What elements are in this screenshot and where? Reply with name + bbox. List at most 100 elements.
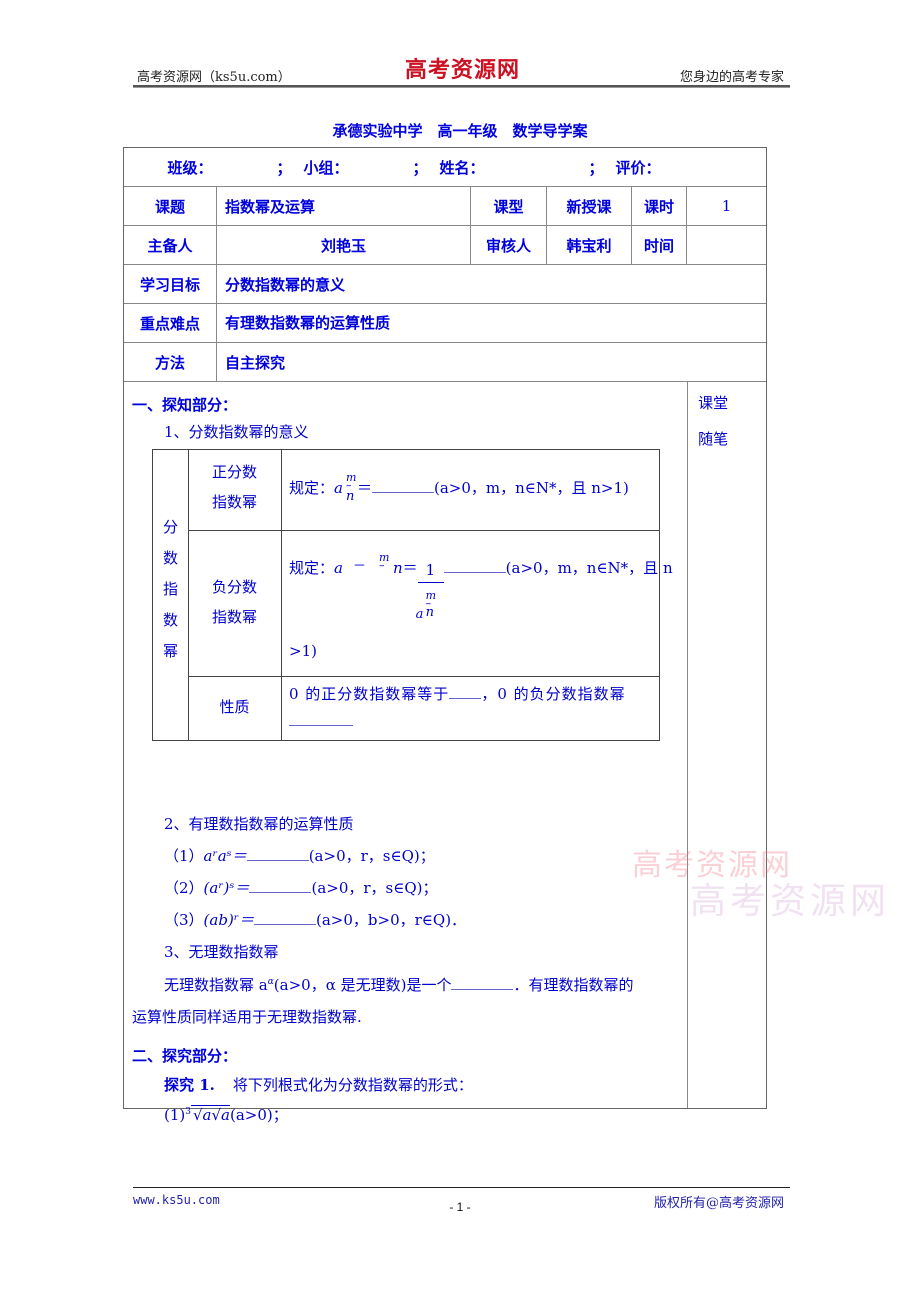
rule-2: （2）(aʳ)ˢ＝ (a>0，r，s∈Q)；	[164, 877, 438, 898]
rule-expression: (aʳ)ˢ＝	[203, 879, 250, 897]
answer-blank[interactable]	[249, 891, 312, 893]
group-char: 数	[162, 549, 178, 567]
lesson-type-label: 课型	[471, 187, 547, 225]
separator: ；	[276, 158, 292, 177]
section1-heading: 一、探知部分：	[132, 396, 238, 414]
exponent-denominator: n	[392, 559, 403, 577]
rule-condition: (a>0，m，n∈N*，且 n>1)	[433, 479, 629, 497]
header-divider	[133, 85, 790, 88]
exponent-denominator: n	[345, 489, 355, 504]
author-value: 刘艳玉	[217, 226, 471, 264]
answer-blank[interactable]	[254, 923, 317, 925]
evaluation-label: 评价：	[615, 158, 661, 177]
positive-exponent-rule: 规定：a m – n ＝ (a>0，m，n∈N*，且 n>1)	[289, 471, 629, 504]
author-row: 主备人 刘艳玉 审核人 韩宝利 时间	[124, 226, 766, 265]
footer-divider	[133, 1187, 790, 1188]
fraction-numerator: 1	[425, 561, 436, 579]
group-char: 幂	[162, 642, 178, 660]
item-condition: (a>0)；	[230, 1106, 288, 1124]
hours-label: 课时	[632, 187, 687, 225]
label-line: 正分数	[211, 463, 257, 481]
footer-copyright: 版权所有@高考资源网	[653, 1196, 784, 1211]
answer-blank[interactable]	[451, 988, 514, 990]
rule-condition-tail: >1)	[289, 642, 317, 660]
reviewer-value: 韩宝利	[547, 226, 632, 264]
rule-1: （1）aʳaˢ＝ (a>0，r，s∈Q)；	[164, 845, 435, 866]
irr-text-a: 无理数指数幂 a	[164, 976, 268, 994]
answer-blank[interactable]	[289, 724, 353, 726]
key-points-label: 重点难点	[124, 304, 217, 342]
group-char: 数	[162, 611, 178, 629]
irr-text-b: (a>0，α 是无理数)是一个	[273, 976, 452, 994]
notes-label-line2: 随笔	[698, 430, 729, 448]
irrational-exponent-text-cont: 运算性质同样适用于无理数指数幂.	[132, 1008, 362, 1026]
radical: √a√a	[190, 1105, 230, 1124]
row-divider	[188, 676, 659, 677]
watermark-bottom: 高考资源网	[690, 881, 891, 922]
fraction-denominator: a	[415, 607, 424, 622]
rule-expression: (ab)ʳ＝	[203, 911, 255, 929]
explore-label: 探究 1.	[164, 1076, 215, 1094]
rule-condition: (a>0，b>0，r∈Q)．	[316, 911, 467, 929]
method-value: 自主探究	[225, 353, 286, 372]
notes-label-line1: 课堂	[698, 394, 729, 412]
class-label: 班级：	[167, 158, 213, 177]
irr-text-c: ．有理数指数幂的	[513, 976, 634, 994]
explore-instruction: 将下列根式化为分数指数幂的形式：	[232, 1076, 473, 1094]
rule-3: （3）(ab)ʳ＝ (a>0，b>0，r∈Q)．	[164, 909, 466, 930]
answer-blank[interactable]	[443, 571, 506, 573]
method-label: 方法	[124, 343, 217, 381]
group-char: 指	[162, 580, 178, 598]
equals: ＝	[402, 559, 418, 577]
property-text: 0 的正分数指数幂等于 ，0 的负分数指数幂	[289, 683, 626, 704]
method-row: 方法 自主探究	[124, 343, 766, 382]
student-info-row: 班级： ； 小组： ； 姓名： ； 评价：	[124, 148, 766, 187]
rule-condition: (a>0，r，s∈Q)；	[311, 879, 438, 897]
group-label-vertical: 分 数 指 数 幂	[153, 512, 188, 667]
property-blank-line	[289, 712, 353, 730]
group-label: 小组：	[303, 158, 349, 177]
irrational-exponent-text: 无理数指数幂 aα(a>0，α 是无理数)是一个 ．有理数指数幂的	[164, 974, 633, 995]
name-label: 姓名：	[439, 158, 485, 177]
rule-expression: aʳaˢ＝	[203, 847, 247, 865]
key-points-value: 有理数指数幂的运算性质	[225, 314, 391, 332]
rule-number: （1）	[164, 847, 204, 865]
label-line: 指数幂	[211, 493, 257, 511]
notes-column[interactable]: 课堂 随笔	[688, 382, 766, 1108]
answer-blank[interactable]	[371, 491, 434, 493]
answer-blank[interactable]	[449, 697, 482, 699]
rule-prefix: 规定：	[289, 559, 335, 577]
property-text-b: ，0 的负分数指数幂	[481, 685, 626, 703]
property-text-a: 0 的正分数指数幂等于	[289, 685, 450, 703]
base: a	[334, 479, 343, 497]
positive-exponent-label: 正分数 指数幂	[188, 457, 281, 517]
minus-sign: －	[352, 559, 366, 574]
answer-blank[interactable]	[246, 859, 309, 861]
header-slogan: 您身边的高考专家	[679, 70, 784, 85]
lesson-body: 一、探知部分： 1、分数指数幂的意义 分 数 指 数 幂 正分数 指数幂 规定：…	[124, 382, 689, 1124]
row-divider	[188, 530, 659, 531]
reviewer-label: 审核人	[471, 226, 547, 264]
negative-exponent-rule: 规定：a － m – n＝ 1 a m – n (a>0，m，n∈N*，且 n	[289, 551, 673, 622]
radicand: a√a	[202, 1106, 230, 1124]
goal-value: 分数指数幂的意义	[225, 275, 346, 294]
header-brand-logo: 高考资源网	[405, 57, 521, 83]
item-number: (1)	[164, 1106, 186, 1124]
section2-heading: 二、探究部分：	[132, 1047, 238, 1065]
content-row: 一、探知部分： 1、分数指数幂的意义 分 数 指 数 幂 正分数 指数幂 规定：…	[124, 382, 766, 1124]
rule-prefix: 规定：	[289, 479, 335, 497]
goal-label: 学习目标	[124, 265, 217, 303]
subsection1-title: 1、分数指数幂的意义	[164, 423, 309, 441]
label-line: 负分数	[211, 578, 257, 596]
explore-item-1: (1)3 √a√a(a>0)；	[164, 1104, 288, 1125]
time-value[interactable]	[687, 226, 766, 264]
goal-row: 学习目标 分数指数幂的意义	[124, 265, 766, 304]
separator: ；	[588, 158, 604, 177]
label-line: 指数幂	[211, 608, 257, 626]
subsection2-title: 2、有理数指数幂的运算性质	[164, 815, 354, 833]
rule-number: （3）	[164, 911, 204, 929]
group-label-cell: 分 数 指 数 幂	[153, 450, 189, 740]
equals: ＝	[356, 479, 372, 497]
rule-number: （2）	[164, 879, 204, 897]
rule-condition: (a>0，m，n∈N*，且 n	[505, 559, 673, 577]
